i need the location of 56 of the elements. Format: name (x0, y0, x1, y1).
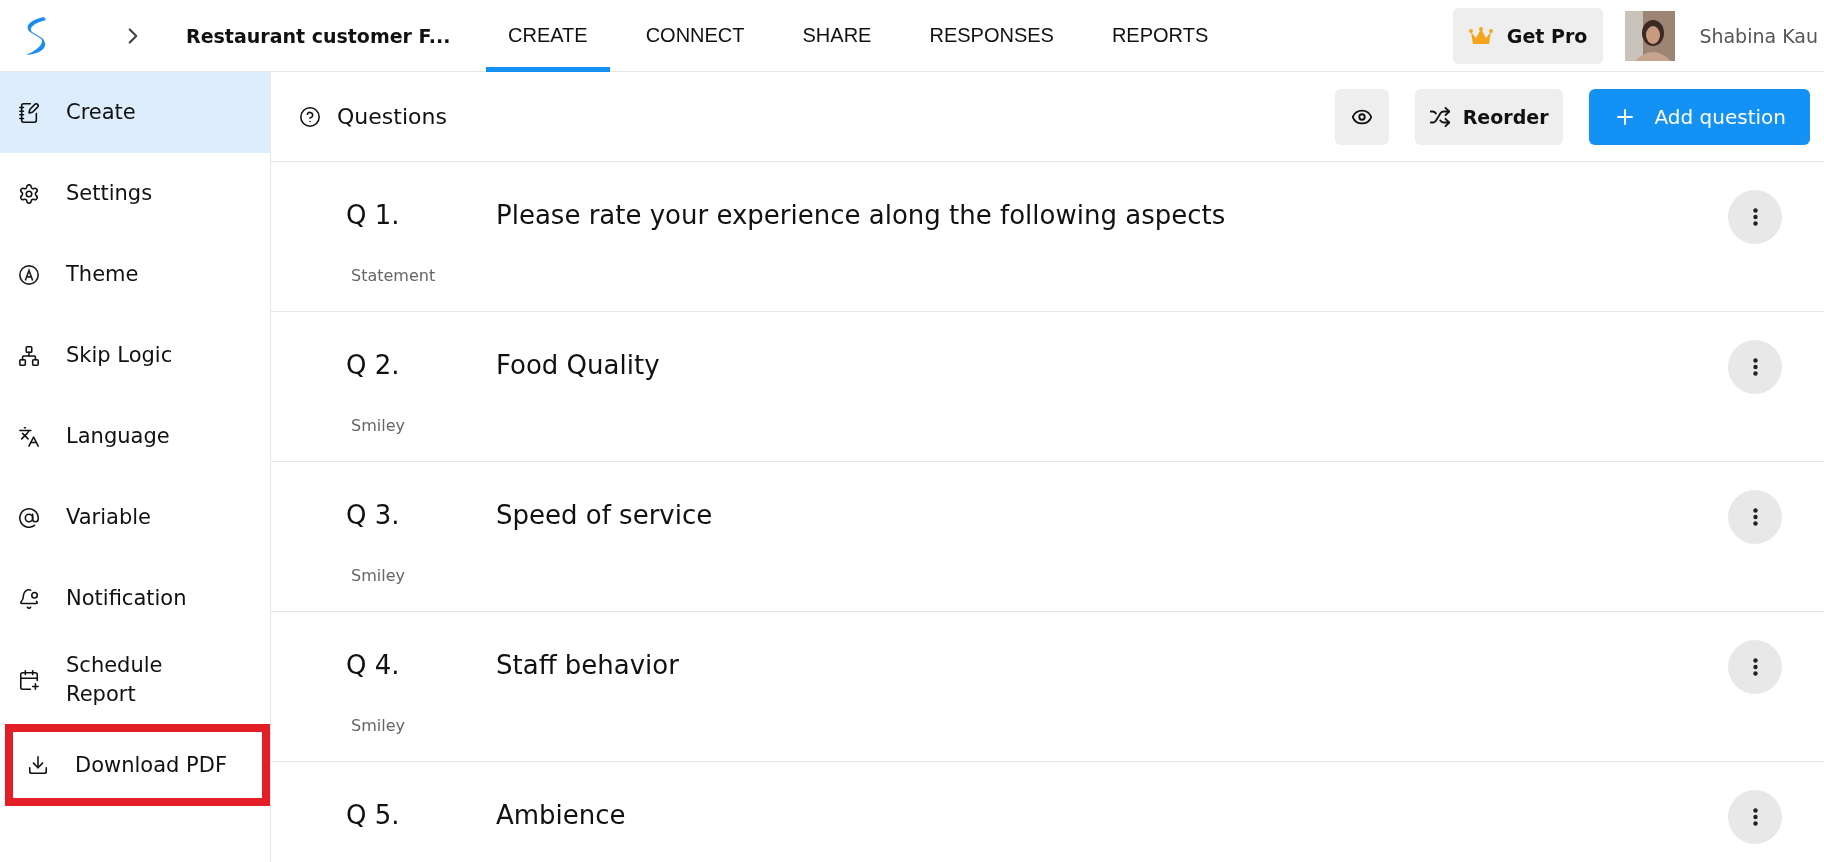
calendar-icon (18, 668, 40, 691)
user-name[interactable]: Shabina Kau (1699, 24, 1818, 47)
question-type: Smiley (350, 566, 406, 585)
translate-icon (18, 425, 40, 448)
question-number: Q 4. (346, 649, 401, 682)
sidebar-item[interactable]: Settings (0, 153, 270, 234)
question-type: Smiley (350, 716, 406, 735)
more-button[interactable] (1728, 190, 1782, 244)
more-icon (1752, 508, 1758, 526)
bell-icon (18, 587, 40, 610)
section-title: Questions (337, 104, 447, 129)
survey-title: Restaurant customer F... (186, 24, 452, 47)
theme-icon (18, 263, 40, 286)
sidebar-item[interactable]: Language (0, 396, 270, 477)
more-button[interactable] (1728, 490, 1782, 544)
question-title: Ambience (496, 799, 627, 832)
question-number: Q 5. (346, 799, 401, 832)
sidebar-item[interactable]: Create (0, 72, 270, 153)
question-title: Speed of service (496, 499, 714, 532)
question-type: Smiley (350, 416, 406, 435)
nav-tab[interactable]: REPORTS (1089, 0, 1231, 72)
more-button[interactable] (1728, 340, 1782, 394)
more-icon (1752, 808, 1758, 826)
question-title: Please rate your experience along the following aspects (496, 199, 1227, 232)
crown-icon (1468, 26, 1493, 45)
question-title: Staff behavior (496, 649, 680, 682)
sidebar-item[interactable]: Notification (0, 558, 270, 639)
download-icon (27, 754, 49, 776)
nav-tab[interactable]: CONNECT (623, 0, 767, 72)
question-title: Food Quality (496, 349, 661, 382)
sidebar-item[interactable]: Download PDF (5, 724, 270, 806)
sidebar-item[interactable]: Theme (0, 234, 270, 315)
question-number: Q 3. (346, 499, 401, 532)
at-sign-icon (18, 506, 40, 529)
more-button[interactable] (1728, 790, 1782, 844)
nav-tab[interactable]: SHARE (780, 0, 894, 72)
question-number: Q 2. (346, 349, 401, 382)
document-icon (18, 101, 40, 124)
flowchart-icon (18, 344, 40, 367)
help-icon (299, 105, 321, 128)
question-type: Statement (350, 266, 437, 285)
nav-tab[interactable]: CREATE (486, 0, 610, 72)
reorder-button[interactable]: Reorder (1414, 88, 1563, 145)
settings-icon (18, 182, 40, 205)
more-button[interactable] (1728, 640, 1782, 694)
preview-button[interactable] (1334, 88, 1389, 145)
question-number: Q 1. (346, 199, 401, 232)
shuffle-icon (1428, 105, 1451, 128)
more-icon (1752, 658, 1758, 676)
nav-tab[interactable]: RESPONSES (907, 0, 1076, 72)
more-icon (1752, 358, 1758, 376)
sidebar-item[interactable]: Variable (0, 477, 270, 558)
sidebar-item[interactable]: Skip Logic (0, 315, 270, 396)
get-pro-button[interactable]: Get Pro (1452, 7, 1604, 64)
sidebar-item[interactable]: Schedule Report (0, 639, 270, 720)
more-icon (1752, 208, 1758, 226)
